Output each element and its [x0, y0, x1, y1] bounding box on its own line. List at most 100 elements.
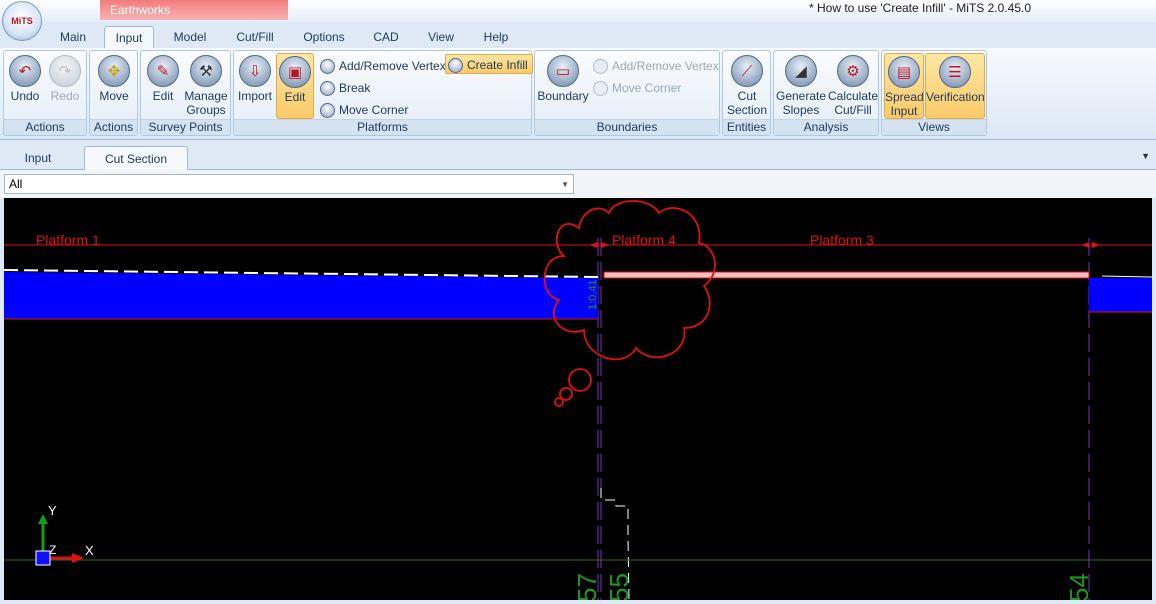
- group-actions: ↶ Undo ↷ Redo Actions: [3, 50, 87, 136]
- manage-groups-label-1: Manage: [184, 89, 228, 103]
- break-icon: [320, 80, 335, 96]
- import-button[interactable]: ⇩ Import: [236, 53, 274, 119]
- cut-section-button[interactable]: ⟋ Cut Section: [725, 53, 769, 119]
- break-button[interactable]: Break: [318, 77, 374, 97]
- dimension-arrow-icon: [1082, 242, 1089, 248]
- edit-points-label: Edit: [152, 89, 174, 103]
- section-filter-select[interactable]: All ▼: [4, 174, 574, 194]
- group-label: Boundaries: [535, 119, 719, 135]
- platform3-label: Platform 3: [810, 232, 874, 248]
- boundary-add-remove-vertex-button[interactable]: Add/Remove Vertex: [591, 55, 723, 75]
- group-label: Views: [882, 119, 986, 135]
- import-label: Import: [237, 89, 272, 103]
- create-infill-button[interactable]: Create Infill: [445, 54, 533, 74]
- document-tabs: Input Cut Section ▼: [0, 146, 1156, 170]
- dimension-arrow-icon: [601, 242, 609, 248]
- tab-main[interactable]: Main: [48, 26, 98, 48]
- context-tab-earthworks: Earthworks: [100, 0, 288, 20]
- manage-groups-button[interactable]: ⚒ Manage Groups: [183, 53, 229, 119]
- ribbon-tabs: Main Input Model Cut/Fill Options CAD Vi…: [0, 22, 1156, 48]
- tab-cad[interactable]: CAD: [364, 26, 408, 48]
- add-remove-vertex-label: Add/Remove Vertex: [339, 59, 446, 73]
- boundary-move-corner-label: Move Corner: [612, 81, 682, 95]
- dimension-arrow-icon: [1092, 242, 1100, 248]
- spread-input-button[interactable]: ▤ Spread Input: [884, 53, 924, 119]
- platform4-label: Platform 4: [612, 232, 676, 248]
- move-label: Move: [99, 89, 129, 103]
- group-label: Actions: [4, 119, 86, 135]
- boundary-move-corner-button[interactable]: Move Corner: [591, 77, 685, 97]
- platform1-label: Platform 1: [36, 232, 100, 248]
- doc-tab-input[interactable]: Input: [4, 146, 72, 170]
- axis-y-label: Y: [48, 503, 57, 518]
- redo-label: Redo: [50, 89, 80, 103]
- calculate-cut-fill-button[interactable]: ⚙ Calculate Cut/Fill: [828, 53, 878, 119]
- title-bar: Earthworks * How to use 'Create Infill' …: [0, 0, 1156, 22]
- tab-cut-fill[interactable]: Cut/Fill: [228, 26, 282, 48]
- x-axis-arrow-head-icon: [72, 553, 84, 563]
- chevron-down-icon: ▼: [561, 180, 569, 189]
- create-infill-label: Create Infill: [467, 58, 528, 72]
- generate-slopes-button[interactable]: ◢ Generate Slopes: [776, 53, 826, 119]
- dimension-arrow-icon: [589, 242, 598, 248]
- import-icon: ⇩: [239, 55, 271, 87]
- chainage-label: 54: [1064, 573, 1094, 600]
- tab-input[interactable]: Input: [104, 26, 154, 48]
- platform-right-terrain-line: [1101, 275, 1152, 278]
- move-corner-label: Move Corner: [339, 103, 409, 117]
- tab-help[interactable]: Help: [474, 26, 518, 48]
- window-title: * How to use 'Create Infill' - MiTS 2.0.…: [809, 1, 1032, 15]
- redo-button[interactable]: ↷ Redo: [46, 53, 84, 119]
- group-views: ▤ Spread Input ☰ Verification Views: [881, 50, 987, 136]
- chainage-label: 55: [604, 573, 634, 600]
- manage-groups-label-2: Groups: [186, 103, 226, 117]
- cut-section-canvas[interactable]: Platform 1 Platform 4 Platform 3 1:0.41 …: [4, 198, 1152, 600]
- boundary-label: Boundary: [537, 89, 589, 103]
- undo-button[interactable]: ↶ Undo: [6, 53, 44, 119]
- axis-x-label: X: [85, 543, 94, 558]
- add-remove-vertex-button[interactable]: Add/Remove Vertex: [318, 55, 450, 75]
- infill-highlight: [603, 271, 1090, 279]
- undo-label: Undo: [10, 89, 40, 103]
- undo-icon: ↶: [9, 55, 41, 87]
- cut-section-icon: ⟋: [731, 55, 763, 87]
- generate-slopes-label-2: Slopes: [782, 103, 820, 117]
- group-platforms: ⇩ Import ▣ Edit Add/Remove Vertex Break …: [233, 50, 533, 136]
- axis-z-label: Z: [49, 543, 56, 557]
- doc-tab-cut-section[interactable]: Cut Section: [84, 146, 188, 170]
- mits-logo-icon: MiTS: [11, 16, 33, 26]
- tab-list-dropdown-icon[interactable]: ▼: [1141, 151, 1150, 161]
- edit-points-button[interactable]: ✎ Edit: [143, 53, 183, 119]
- group-label: Platforms: [234, 119, 531, 135]
- cut-section-label-1: Cut: [737, 89, 757, 103]
- verification-button[interactable]: ☰ Verification: [925, 53, 985, 119]
- redo-icon: ↷: [49, 55, 81, 87]
- infill-icon: [448, 57, 463, 73]
- group-label: Actions: [90, 119, 137, 135]
- slope-ratio-label: 1:0.41: [587, 279, 599, 310]
- spread-input-label-1: Spread: [885, 90, 924, 104]
- tools-icon: ⚒: [190, 55, 222, 87]
- move-corner-button[interactable]: Move Corner: [318, 99, 412, 119]
- group-boundaries: ▭ Boundary Add/Remove Vertex Move Corner…: [534, 50, 720, 136]
- tab-model[interactable]: Model: [165, 26, 215, 48]
- boundary-button[interactable]: ▭ Boundary: [537, 53, 589, 119]
- boundary-icon: ▭: [547, 55, 579, 87]
- tab-view[interactable]: View: [419, 26, 463, 48]
- section-filter-value: All: [9, 177, 23, 191]
- edit-platforms-label: Edit: [284, 90, 306, 104]
- group-label: Survey Points: [141, 119, 230, 135]
- group-label: Entities: [723, 119, 770, 135]
- application-menu-button[interactable]: MiTS: [2, 1, 42, 41]
- thought-bubble-circle: [568, 368, 592, 392]
- move-button[interactable]: ✥ Move: [93, 53, 135, 119]
- spread-input-label-2: Input: [890, 104, 918, 118]
- boundary-add-remove-vertex-label: Add/Remove Vertex: [612, 59, 719, 73]
- move-corner-icon: [320, 102, 335, 118]
- section-drawing: Platform 1 Platform 4 Platform 3 1:0.41 …: [4, 200, 1152, 600]
- tab-options[interactable]: Options: [296, 26, 352, 48]
- edit-platforms-button[interactable]: ▣ Edit: [276, 53, 314, 119]
- generate-slopes-label-1: Generate: [776, 89, 827, 103]
- move-corner-icon: [593, 80, 608, 96]
- thought-bubble-circle: [554, 397, 564, 407]
